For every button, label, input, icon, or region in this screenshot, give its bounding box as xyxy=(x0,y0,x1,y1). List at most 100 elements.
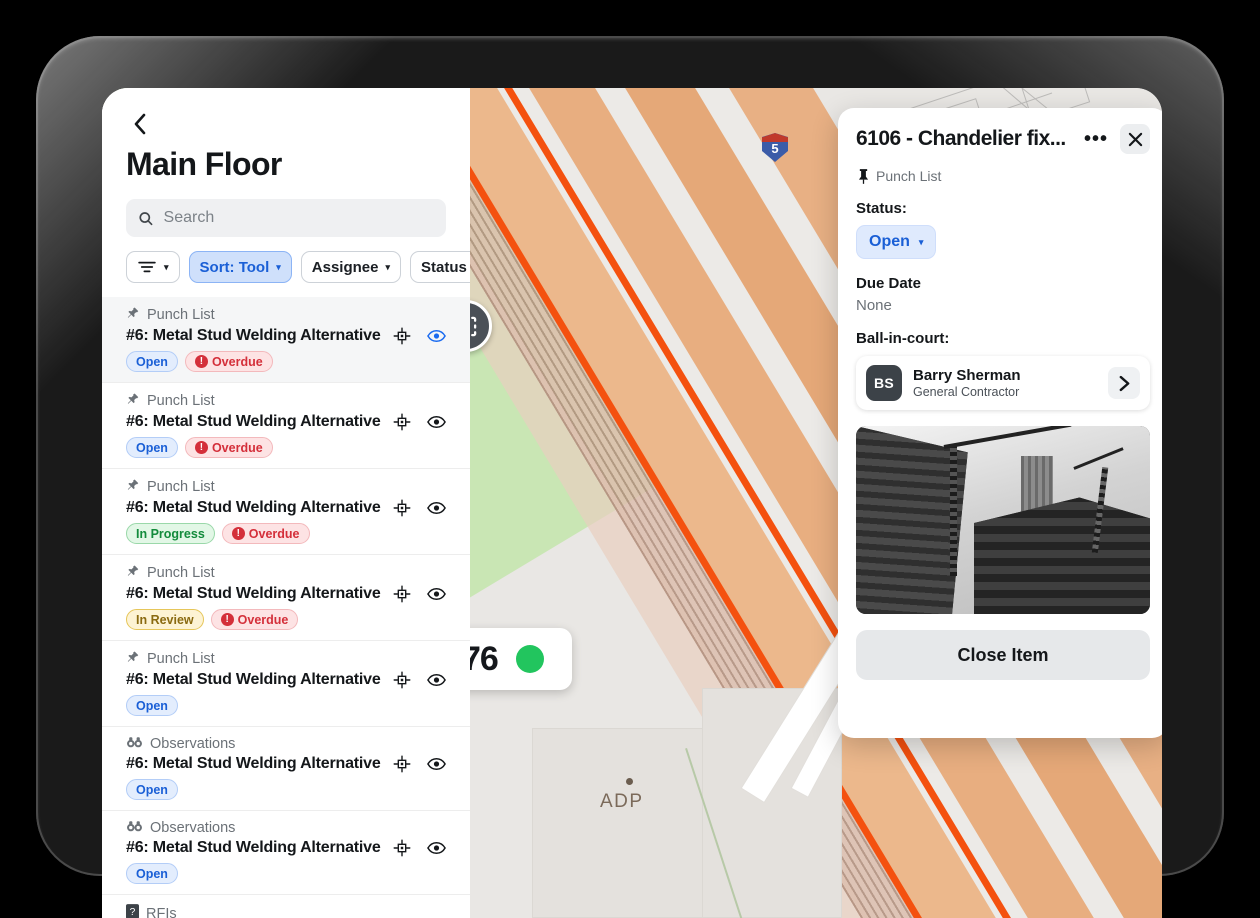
assignee-filter-button[interactable]: Assignee ▾ xyxy=(301,251,401,283)
status-badge: Open xyxy=(126,695,178,716)
eye-icon[interactable] xyxy=(427,329,446,343)
list-item-title: #6: Metal Stud Welding Alternative xyxy=(126,327,385,345)
status-dropdown[interactable]: Open ▾ xyxy=(856,225,936,259)
list-item[interactable]: Punch List #6: Metal Stud Welding Alterna… xyxy=(102,641,470,727)
list-item-kind: Punch List xyxy=(126,478,446,496)
list-item[interactable]: ?RFIs xyxy=(102,895,470,918)
filter-toolbar: ▾ Sort: Tool ▾ Assignee ▾ Status ▾ xyxy=(126,251,446,297)
chevron-down-icon: ▾ xyxy=(164,263,169,272)
list-item-kind: Punch List xyxy=(126,564,446,582)
more-options-button[interactable]: ••• xyxy=(1078,134,1114,144)
list-item-main: #6: Metal Stud Welding Alternative xyxy=(126,585,446,603)
status-badge: Open xyxy=(126,863,178,884)
list-item[interactable]: Punch List #6: Metal Stud Welding Alterna… xyxy=(102,383,470,469)
sort-button[interactable]: Sort: Tool ▾ xyxy=(189,251,292,283)
status-badge-label: Open xyxy=(136,699,168,713)
ball-in-court-card[interactable]: BS Barry Sherman General Contractor xyxy=(856,356,1150,410)
document-question-icon: ? xyxy=(126,904,139,918)
search-input[interactable] xyxy=(164,209,434,227)
binoculars-icon xyxy=(126,820,143,836)
eye-icon[interactable] xyxy=(427,501,446,515)
list-item-actions xyxy=(385,327,446,345)
status-badge-label: Open xyxy=(136,441,168,455)
status-button-label: Status xyxy=(421,259,467,276)
status-badge-label: In Review xyxy=(136,613,194,627)
page-title: Main Floor xyxy=(126,146,446,183)
list-item-kind: Observations xyxy=(126,820,446,836)
eye-icon[interactable] xyxy=(427,673,446,687)
person-info: Barry Sherman General Contractor xyxy=(913,367,1097,399)
eye-icon[interactable] xyxy=(427,757,446,771)
person-role: General Contractor xyxy=(913,385,1097,399)
sidebar-panel: Main Floor ▾ Sort: Tool ▾ Assigne xyxy=(102,88,470,918)
filter-button[interactable]: ▾ xyxy=(126,251,180,283)
list-item[interactable]: Observations #6: Metal Stud Welding Alter… xyxy=(102,811,470,895)
item-detail-panel: 6106 - Chandelier fix... ••• Punch List … xyxy=(838,108,1162,738)
list-item-title: #6: Metal Stud Welding Alternative xyxy=(126,839,385,857)
close-icon xyxy=(1128,132,1143,147)
status-badge-label: Open xyxy=(136,355,168,369)
list-item-title: #6: Metal Stud Welding Alternative xyxy=(126,755,385,773)
list-item-kind: Punch List xyxy=(126,392,446,410)
crosshair-icon[interactable] xyxy=(393,585,411,603)
list-item-kind-label: Punch List xyxy=(147,651,215,667)
list-item-kind: ?RFIs xyxy=(126,904,446,918)
list-item-badges: Open xyxy=(126,863,446,884)
eye-icon[interactable] xyxy=(427,841,446,855)
warning-icon: ! xyxy=(195,441,208,454)
list-item[interactable]: Punch List #6: Metal Stud Welding Alterna… xyxy=(102,297,470,383)
binoculars-icon xyxy=(126,736,143,752)
crosshair-icon[interactable] xyxy=(393,499,411,517)
list-item-main: #6: Metal Stud Welding Alternative xyxy=(126,839,446,857)
search-box[interactable] xyxy=(126,199,446,237)
status-filter-button[interactable]: Status ▾ xyxy=(410,251,470,283)
item-list[interactable]: Punch List #6: Metal Stud Welding Alterna… xyxy=(102,297,470,918)
detail-item-kind: Punch List xyxy=(858,168,1150,184)
back-button[interactable] xyxy=(126,110,154,138)
tablet-device-frame: Interurban Trail 208th St SW 20525 ⟶ ⟶ ⟶… xyxy=(36,36,1224,876)
due-date-value: None xyxy=(856,297,1150,314)
eye-icon[interactable] xyxy=(427,587,446,601)
list-item-kind-label: Punch List xyxy=(147,479,215,495)
status-badge-label: Overdue xyxy=(238,613,289,627)
detail-header: 6106 - Chandelier fix... ••• xyxy=(856,124,1150,154)
status-badge-label: Overdue xyxy=(212,441,263,455)
list-item-actions xyxy=(385,413,446,431)
list-item-main: #6: Metal Stud Welding Alternative xyxy=(126,671,446,689)
list-item-title: #6: Metal Stud Welding Alternative xyxy=(126,413,385,431)
list-item[interactable]: Observations #6: Metal Stud Welding Alter… xyxy=(102,727,470,811)
list-item-main: #6: Metal Stud Welding Alternative xyxy=(126,327,446,345)
list-item-kind-label: Observations xyxy=(150,736,235,752)
status-label: Status: xyxy=(856,200,1150,217)
crosshair-icon[interactable] xyxy=(393,327,411,345)
status-badge: Open xyxy=(126,779,178,800)
map-poi-dot xyxy=(626,778,633,785)
pin-icon xyxy=(126,306,140,324)
status-badge-label: Open xyxy=(136,867,168,881)
list-item-main: #6: Metal Stud Welding Alternative xyxy=(126,413,446,431)
open-person-button[interactable] xyxy=(1108,367,1140,399)
status-badge: !Overdue xyxy=(185,351,273,372)
crosshair-icon[interactable] xyxy=(393,671,411,689)
list-item[interactable]: Punch List #6: Metal Stud Welding Alterna… xyxy=(102,555,470,641)
list-item[interactable]: Punch List#6: Metal Stud Welding Alterna… xyxy=(102,469,470,555)
status-badge: In Review xyxy=(126,609,204,630)
crosshair-icon[interactable] xyxy=(393,839,411,857)
detail-photo[interactable] xyxy=(856,426,1150,614)
list-item-actions xyxy=(385,499,446,517)
close-item-button[interactable]: Close Item xyxy=(856,630,1150,680)
avatar: BS xyxy=(866,365,902,401)
close-panel-button[interactable] xyxy=(1120,124,1150,154)
detail-title: 6106 - Chandelier fix... xyxy=(856,127,1072,151)
list-item-badges: In Progress!Overdue xyxy=(126,523,446,544)
list-item-badges: Open! Overdue xyxy=(126,437,446,458)
map-parcel xyxy=(702,688,842,918)
list-item-kind: Punch List xyxy=(126,306,446,324)
status-badge: !Overdue xyxy=(211,609,299,630)
eye-icon[interactable] xyxy=(427,415,446,429)
list-item-actions xyxy=(385,839,446,857)
crosshair-icon[interactable] xyxy=(393,413,411,431)
device-screen: Interurban Trail 208th St SW 20525 ⟶ ⟶ ⟶… xyxy=(102,88,1162,918)
crosshair-icon[interactable] xyxy=(393,755,411,773)
sort-button-label: Sort: Tool xyxy=(200,259,270,276)
